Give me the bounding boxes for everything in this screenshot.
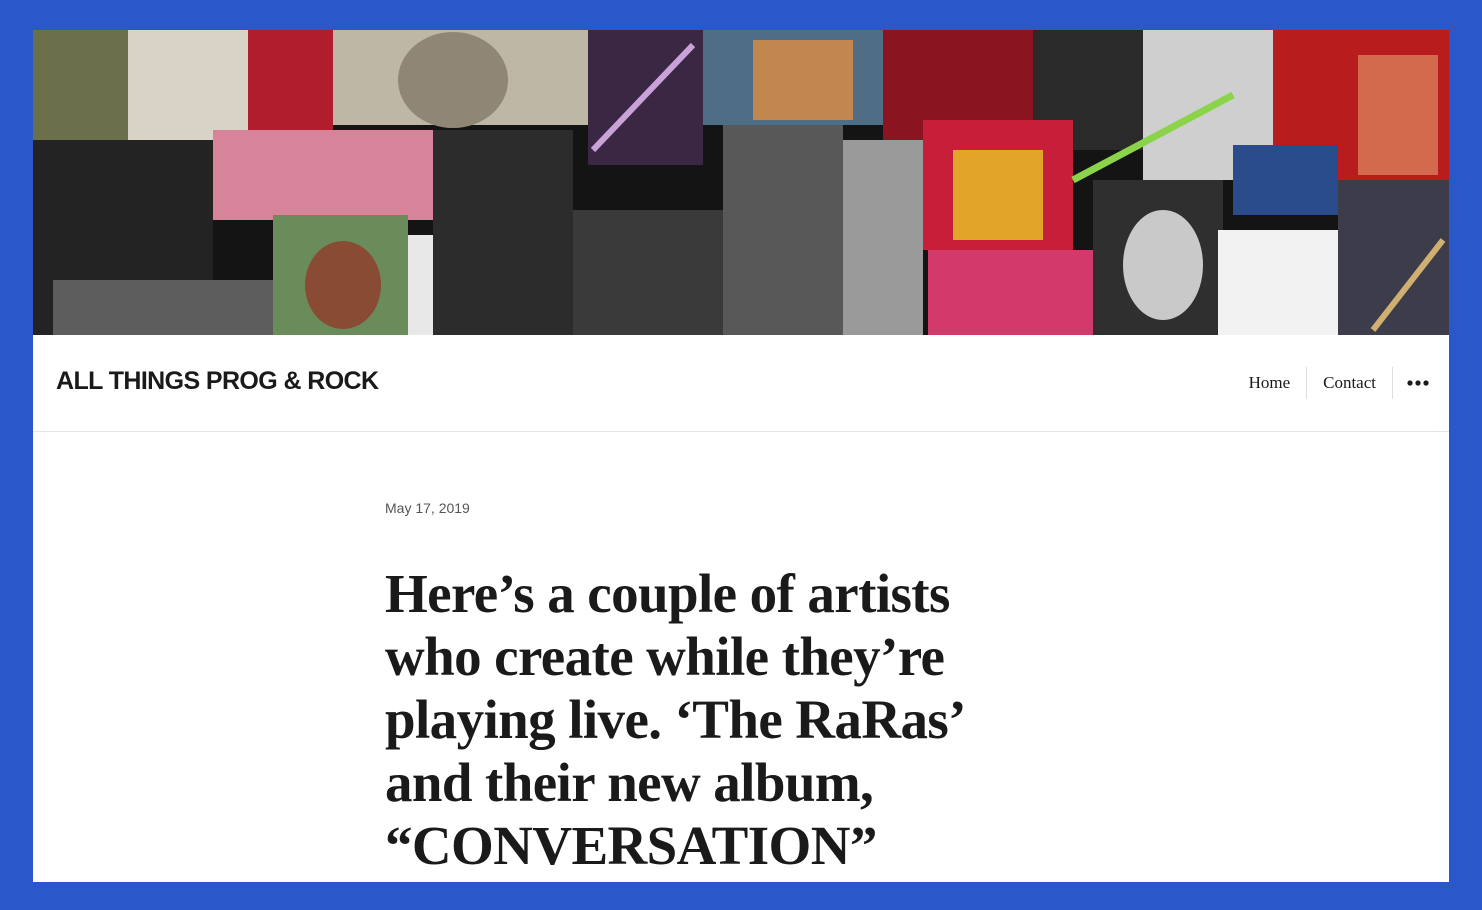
- nav-item-contact[interactable]: Contact: [1307, 367, 1393, 399]
- header-banner-image: [33, 30, 1449, 335]
- collage-artwork: [33, 30, 1449, 335]
- more-menu-button[interactable]: [1393, 367, 1429, 399]
- post-article: May 17, 2019 Here’s a couple of artists …: [385, 500, 1045, 876]
- nav-item-home[interactable]: Home: [1233, 367, 1308, 399]
- primary-nav: Home Contact: [1233, 367, 1429, 399]
- post-title: Here’s a couple of artists who create wh…: [385, 563, 962, 876]
- post-date-link[interactable]: May 17, 2019: [385, 500, 1045, 516]
- site-header: ALL THINGS PROG & ROCK Home Contact: [33, 335, 1449, 432]
- site-title-link[interactable]: ALL THINGS PROG & ROCK: [56, 367, 379, 396]
- ellipsis-icon: [1407, 380, 1429, 386]
- page-frame: ALL THINGS PROG & ROCK Home Contact May …: [33, 30, 1449, 882]
